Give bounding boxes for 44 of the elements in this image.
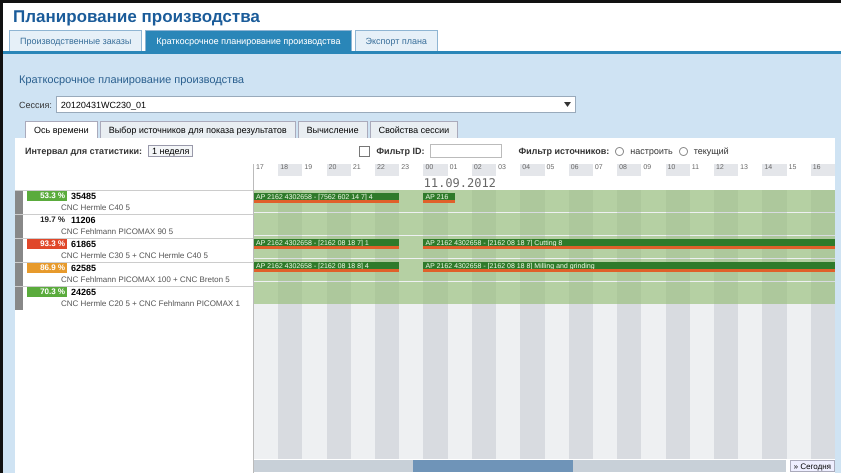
- caret-icon: [564, 102, 571, 107]
- tab[interactable]: Выбор источников для показа результатов: [100, 121, 296, 138]
- session-select[interactable]: 20120431WC230_01: [56, 96, 576, 113]
- interval-select[interactable]: 1 неделя: [148, 145, 194, 157]
- tab[interactable]: Вычисление: [298, 121, 368, 138]
- load-badge: 93.3 %: [27, 239, 67, 249]
- date-label: 11.09.2012: [424, 176, 496, 190]
- resource-name: CNC Hermle C30 5 + CNC Hermle C40 5: [60, 251, 209, 262]
- page-title: Планирование производства: [12, 6, 261, 28]
- order-id: 35485: [71, 191, 98, 203]
- row-handle[interactable]: [15, 215, 23, 238]
- load-badge: 53.3 %: [27, 191, 67, 201]
- resource-name: CNC Hermle C40 5: [60, 203, 131, 214]
- section-heading: Краткосрочное планирование производства: [18, 73, 246, 88]
- tab[interactable]: Краткосрочное планирование производства: [145, 30, 352, 51]
- timeline-navigator[interactable]: [254, 460, 786, 472]
- today-button[interactable]: » Сегодня: [790, 460, 835, 472]
- order-id: 11206: [71, 215, 97, 227]
- session-label: Сессия:: [19, 100, 52, 110]
- tab[interactable]: Ось времени: [25, 121, 98, 138]
- order-id: 24265: [71, 287, 98, 299]
- order-id: 62585: [71, 263, 98, 275]
- source-filter-label: Фильтр источников:: [518, 146, 610, 156]
- radio-button[interactable]: [678, 146, 688, 156]
- resource-name: CNC Fehlmann PICOMAX 90 5: [60, 227, 174, 238]
- radio-label: настроить: [630, 146, 673, 156]
- id-filter-label: Фильтр ID:: [376, 146, 424, 156]
- row-handle[interactable]: [15, 191, 23, 214]
- row-handle[interactable]: [15, 287, 23, 310]
- id-filter-field[interactable]: [430, 144, 502, 158]
- tab[interactable]: Производственные заказы: [9, 30, 142, 51]
- row-handle[interactable]: [15, 263, 23, 286]
- interval-label: Интервал для статистики:: [25, 146, 142, 156]
- radio-button[interactable]: [615, 146, 624, 156]
- load-badge: 70.3 %: [27, 287, 67, 297]
- id-filter-checkbox[interactable]: [359, 146, 370, 156]
- radio-label: текущий: [694, 146, 729, 156]
- load-badge: 86.9 %: [27, 263, 67, 273]
- order-id: 61865: [71, 239, 98, 251]
- tab[interactable]: Свойства сессии: [370, 121, 458, 138]
- resource-name: CNC Fehlmann PICOMAX 100 + CNC Breton 5: [60, 275, 231, 286]
- row-handle[interactable]: [15, 239, 23, 262]
- tab[interactable]: Экспорт плана: [354, 30, 438, 51]
- resource-name: CNC Hermle C20 5 + CNC Fehlmann PICOMAX 1: [60, 299, 241, 310]
